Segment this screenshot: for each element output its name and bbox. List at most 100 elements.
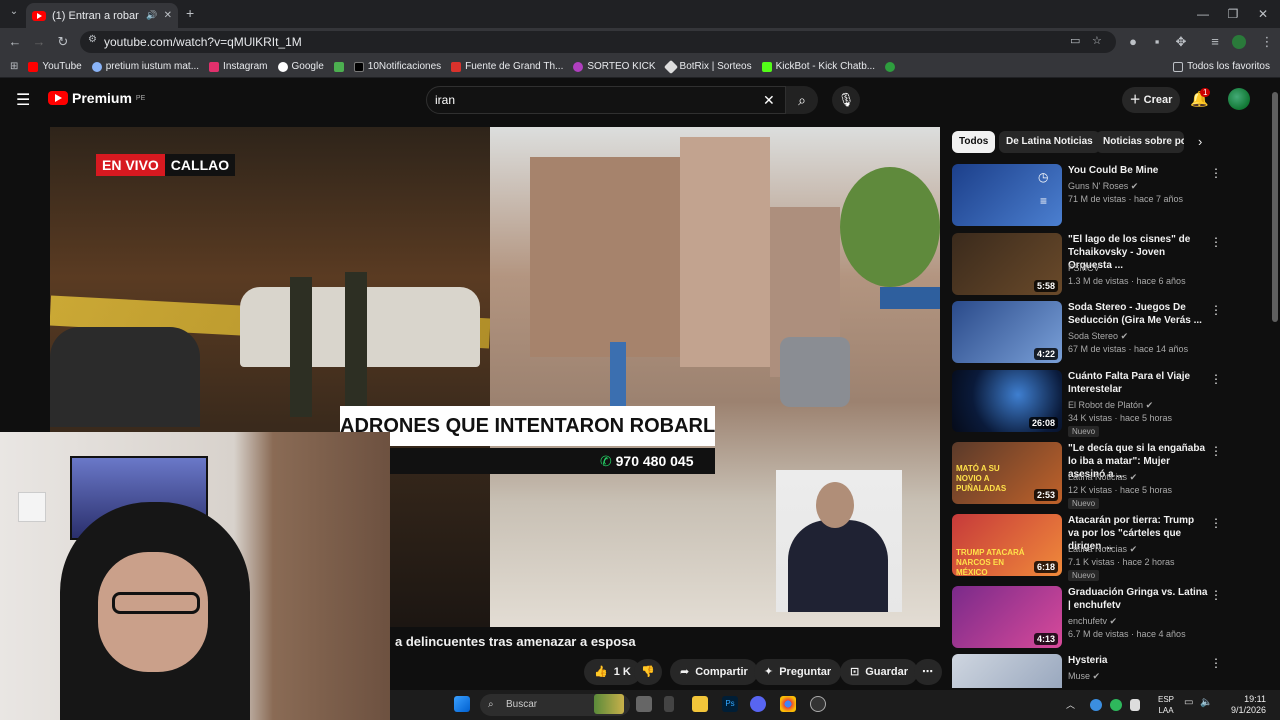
bookmark-fuente[interactable]: Fuente de Grand Th... — [451, 61, 563, 72]
video-thumbnail[interactable]: MATÓ A SU NOVIO A PUÑALADAS 2:53 — [952, 442, 1062, 504]
save-button[interactable]: ⊡ Guardar — [840, 659, 919, 685]
youtube-logo[interactable]: Premium PE — [48, 90, 145, 106]
more-options-icon[interactable]: ⋮ — [1210, 303, 1222, 317]
system-clock[interactable]: 19:11 9/1/2026 — [1216, 694, 1266, 716]
rec-channel[interactable]: Latina Noticias ✔ — [1068, 472, 1137, 483]
tray-icon[interactable] — [1130, 699, 1140, 711]
tray-icon[interactable] — [1090, 699, 1102, 711]
bookmark-x[interactable]: 10Notificaciones — [353, 61, 441, 72]
chip-noticias-politica[interactable]: Noticias sobre poli — [1096, 131, 1184, 153]
rec-title[interactable]: Graduación Gringa vs. Latina | enchufetv — [1068, 586, 1208, 612]
like-button[interactable]: 👍 1 K — [584, 659, 641, 685]
more-actions-button[interactable]: ⋯ — [914, 659, 942, 685]
more-options-icon[interactable]: ⋮ — [1210, 656, 1222, 670]
recommendation-item[interactable]: 5:58 "El lago de los cisnes" de Tchaikov… — [952, 233, 1252, 297]
more-options-icon[interactable]: ⋮ — [1210, 372, 1222, 386]
video-thumbnail[interactable]: 26:08 — [952, 370, 1062, 432]
volume-icon[interactable]: 🔈 — [1200, 697, 1212, 708]
discord-icon[interactable] — [750, 696, 766, 712]
site-info-icon[interactable]: ⚙ — [88, 34, 97, 45]
profile-avatar-icon[interactable] — [1232, 35, 1246, 49]
recommendation-item[interactable]: 4:13 Graduación Gringa vs. Latina | ench… — [952, 586, 1252, 650]
avatar[interactable] — [1228, 88, 1250, 110]
recommendation-item[interactable]: 4:22 Soda Stereo - Juegos De Seducción (… — [952, 301, 1252, 365]
close-tab-icon[interactable]: ✕ — [164, 10, 172, 21]
video-thumbnail[interactable]: 5:58 — [952, 233, 1062, 295]
more-options-icon[interactable]: ⋮ — [1210, 166, 1222, 180]
tab-active[interactable]: (1) Entran a robar a casa si 🔊 ✕ — [26, 3, 178, 28]
extension-icon[interactable]: ▪ — [1148, 33, 1166, 51]
more-options-icon[interactable]: ⋮ — [1210, 235, 1222, 249]
scrollbar-thumb[interactable] — [1272, 92, 1278, 322]
bookmark-kickbot[interactable]: KickBot - Kick Chatb... — [761, 61, 875, 72]
windows-start-icon[interactable] — [454, 696, 470, 712]
watch-later-icon[interactable]: ◷ — [1038, 170, 1048, 184]
address-bar[interactable]: ⚙ youtube.com/watch?v=qMUlKRIt_1M ▭ ☆ — [80, 31, 1116, 53]
reload-icon[interactable]: ↻ — [54, 33, 72, 51]
search-input[interactable]: iran ✕ — [426, 86, 786, 114]
cast-icon[interactable]: ▭ — [1070, 34, 1080, 47]
video-thumbnail[interactable]: 4:22 — [952, 301, 1062, 363]
chevron-up-icon[interactable]: ︿ — [1066, 698, 1075, 711]
all-bookmarks[interactable]: Todos los favoritos — [1173, 61, 1270, 72]
rec-channel[interactable]: enchufetv ✔ — [1068, 616, 1117, 627]
language-indicator[interactable]: ESP LAA — [1154, 694, 1178, 716]
bookmark-instagram[interactable]: Instagram — [209, 61, 268, 72]
recommendation-item[interactable]: ◷ ≡ You Could Be Mine Guns N' Roses ✔ 71… — [952, 164, 1252, 228]
rec-title[interactable]: Cuánto Falta Para el Viaje Interestelar — [1068, 370, 1208, 396]
back-icon[interactable]: ← — [6, 33, 24, 51]
chrome-icon[interactable] — [780, 696, 796, 712]
widget-icon[interactable] — [594, 694, 624, 714]
new-tab-icon[interactable]: + — [186, 5, 194, 21]
recommendation-item[interactable]: TRUMP ATACARÁ NARCOS EN MÉXICO 6:18 Atac… — [952, 514, 1252, 581]
rec-title[interactable]: Soda Stereo - Juegos De Seducción (Gira … — [1068, 301, 1208, 327]
dislike-button[interactable]: 👎 — [634, 659, 662, 685]
photoshop-icon[interactable]: Ps — [722, 696, 738, 712]
rec-channel[interactable]: El Robot de Platón ✔ — [1068, 400, 1153, 411]
tab-search-icon[interactable]: ⌄ — [6, 6, 22, 22]
bookmark-star-icon[interactable]: ☆ — [1092, 34, 1102, 47]
menu-dots-icon[interactable]: ⋮ — [1258, 33, 1276, 51]
ask-button[interactable]: ✦ Preguntar — [754, 659, 842, 685]
extension-icon[interactable]: ● — [1124, 33, 1142, 51]
tray-icon[interactable] — [1110, 699, 1122, 711]
bookmark-green[interactable] — [885, 61, 896, 72]
chip-todos[interactable]: Todos — [952, 131, 996, 153]
recommendation-item[interactable]: 26:08 Cuánto Falta Para el Viaje Interes… — [952, 370, 1252, 437]
minimize-icon[interactable]: — — [1188, 4, 1218, 24]
video-thumbnail[interactable] — [952, 654, 1062, 688]
search-button[interactable]: ⌕ — [786, 86, 818, 114]
rec-title[interactable]: Hysteria — [1068, 654, 1208, 667]
app-icon[interactable] — [810, 696, 826, 712]
recommendation-item[interactable]: MATÓ A SU NOVIO A PUÑALADAS 2:53 "Le dec… — [952, 442, 1252, 509]
bookmark-icon-only[interactable] — [333, 61, 344, 72]
bookmark-google[interactable]: Google — [277, 61, 324, 72]
add-to-queue-icon[interactable]: ≡ — [1040, 194, 1047, 208]
clear-search-icon[interactable]: ✕ — [763, 87, 775, 113]
apps-grid-icon[interactable]: ⊞ — [10, 61, 18, 72]
app-icon[interactable] — [664, 696, 674, 712]
forward-icon[interactable]: → — [30, 33, 48, 51]
bookmark-pretium[interactable]: pretium iustum mat... — [91, 61, 199, 72]
speaker-icon[interactable]: 🔊 — [146, 10, 157, 21]
rec-channel[interactable]: Guns N' Roses ✔ — [1068, 181, 1138, 192]
create-button[interactable]: ＋ Crear — [1122, 87, 1180, 113]
chip-latina-noticias[interactable]: De Latina Noticias — [999, 131, 1100, 153]
video-thumbnail[interactable]: 4:13 — [952, 586, 1062, 648]
recommendation-item[interactable]: Hysteria Muse ✔ ⋮ — [952, 654, 1252, 688]
rec-channel[interactable]: FSMCV — [1068, 263, 1100, 273]
bookmark-sorteo-kick[interactable]: SORTEO KICK — [573, 61, 656, 72]
more-options-icon[interactable]: ⋮ — [1210, 588, 1222, 602]
share-button[interactable]: ➦ Compartir — [670, 659, 758, 685]
restore-icon[interactable]: ❐ — [1218, 4, 1248, 24]
reading-list-icon[interactable]: ≡ — [1206, 33, 1224, 51]
more-options-icon[interactable]: ⋮ — [1210, 516, 1222, 530]
network-icon[interactable]: ▭ — [1184, 697, 1193, 708]
rec-channel[interactable]: Soda Stereo ✔ — [1068, 331, 1128, 342]
rec-channel[interactable]: Latina Noticias ✔ — [1068, 544, 1137, 555]
close-window-icon[interactable]: ✕ — [1248, 4, 1278, 24]
chevron-right-icon[interactable]: › — [1198, 134, 1202, 149]
voice-search-button[interactable]: 🎙 — [832, 86, 860, 114]
hamburger-menu-icon[interactable]: ☰ — [16, 90, 30, 110]
more-options-icon[interactable]: ⋮ — [1210, 444, 1222, 458]
